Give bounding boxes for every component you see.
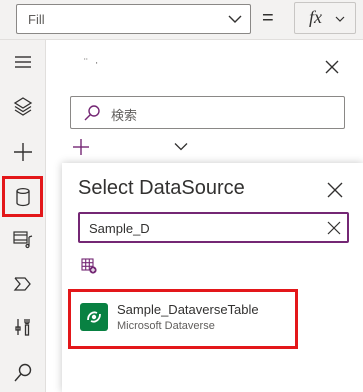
property-dropdown[interactable]: Fill <box>16 4 251 34</box>
select-datasource-flyout: Select DataSource Sample_D Sample_Datave… <box>62 163 363 392</box>
table-add-icon[interactable] <box>81 258 97 274</box>
plus-icon <box>73 139 89 155</box>
datasource-type: Microsoft Dataverse <box>117 320 215 332</box>
datasource-name: Sample_DataverseTable <box>117 302 259 317</box>
rail-insert-button[interactable] <box>4 133 42 171</box>
tools-icon <box>15 319 30 336</box>
clear-icon[interactable] <box>327 221 341 235</box>
formula-bar: Fill = fx <box>0 0 363 40</box>
database-icon <box>15 187 30 206</box>
search-icon <box>14 363 32 382</box>
datasource-result-item[interactable]: Sample_DataverseTable Microsoft Datavers… <box>68 289 298 349</box>
dataverse-logo-icon <box>80 303 108 331</box>
rail-media-button[interactable] <box>4 220 42 258</box>
property-value: Fill <box>28 12 45 27</box>
rail-advanced-tools-button[interactable] <box>4 308 42 346</box>
media-icon <box>13 231 33 249</box>
layers-icon <box>13 97 33 116</box>
flyout-title: Select DataSource <box>78 177 245 199</box>
chevron-down-icon <box>174 143 188 151</box>
search-placeholder: 検索 <box>111 108 138 123</box>
rail-power-automate-button[interactable] <box>4 265 42 303</box>
close-icon[interactable] <box>324 59 340 75</box>
rail-menu-button[interactable] <box>4 43 42 81</box>
left-rail <box>0 40 46 392</box>
rail-data-button[interactable] <box>2 176 43 217</box>
plus-icon <box>14 143 32 161</box>
panel-search-input[interactable]: 検索 <box>70 96 345 129</box>
power-automate-icon <box>13 277 31 291</box>
hamburger-icon <box>15 56 31 68</box>
fx-button[interactable]: fx <box>294 2 356 34</box>
rail-tree-view-button[interactable] <box>4 87 42 125</box>
search-icon <box>84 105 100 121</box>
rail-search-button[interactable] <box>4 354 42 392</box>
equals-sign: = <box>262 7 274 29</box>
add-data-button[interactable] <box>70 136 200 158</box>
panel-title: ¨ · <box>84 57 101 69</box>
datasource-search-input[interactable]: Sample_D <box>78 212 349 243</box>
chevron-down-icon <box>228 15 242 23</box>
chevron-down-icon <box>335 16 345 22</box>
fx-label: fx <box>309 7 322 27</box>
close-icon[interactable] <box>327 182 343 198</box>
search-value: Sample_D <box>89 221 150 236</box>
